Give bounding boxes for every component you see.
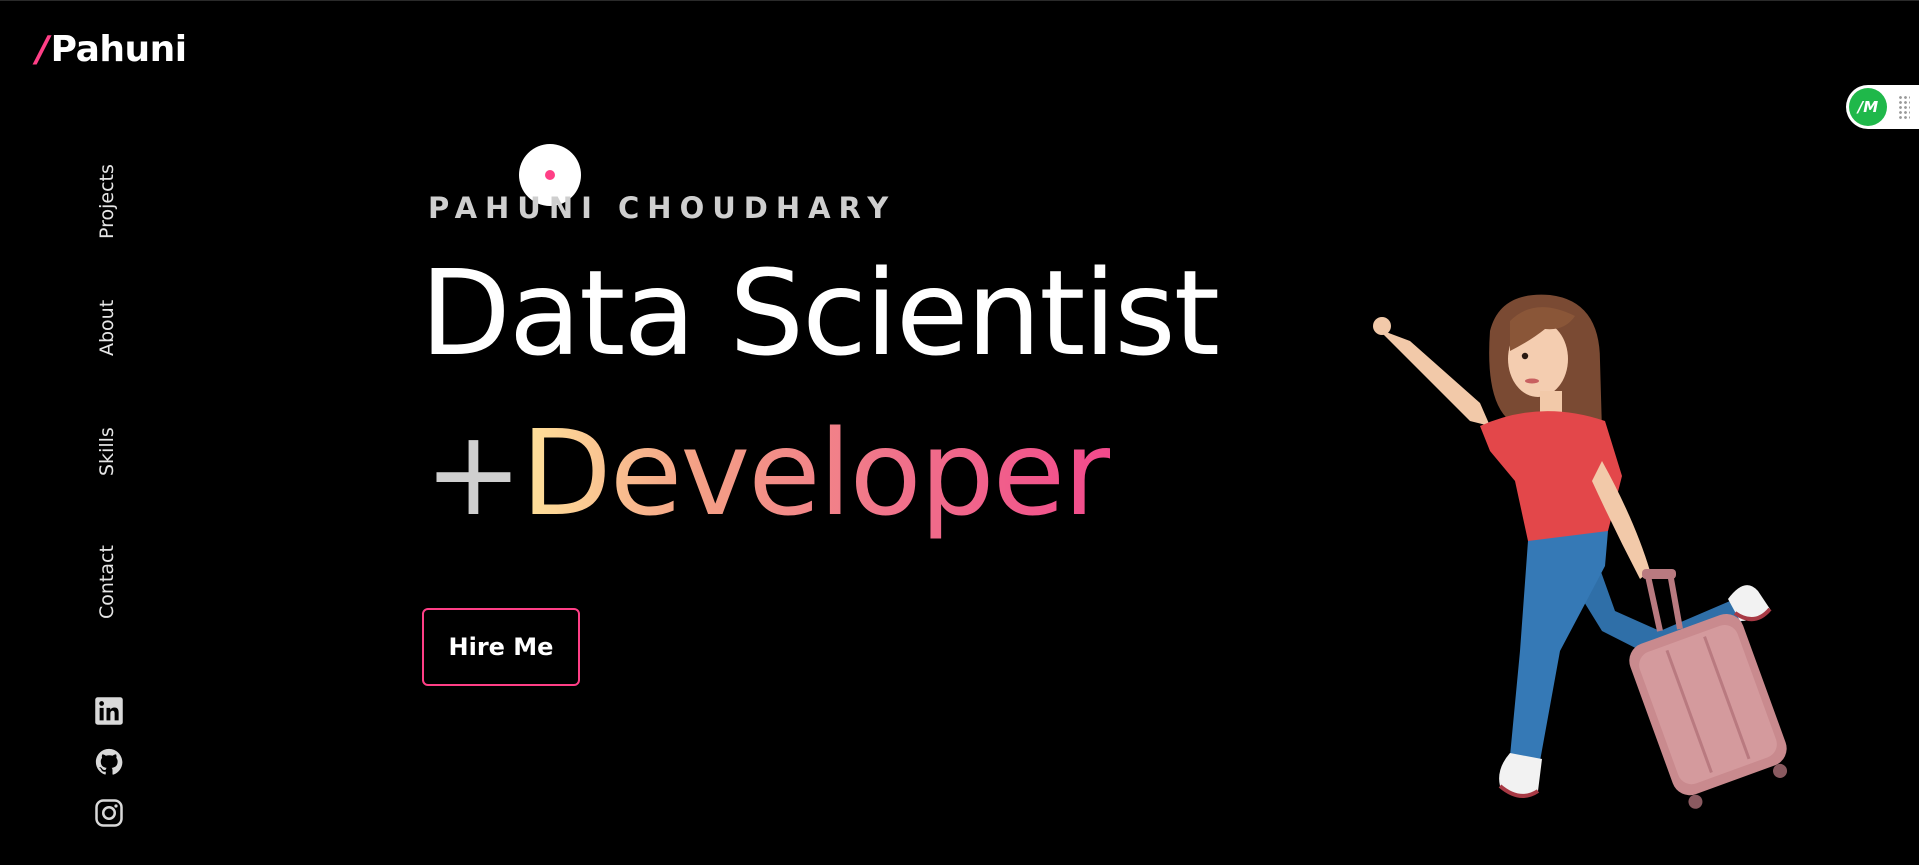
nav-item-label: Skills [96,427,118,476]
nav-item-projects[interactable]: Projects [96,164,126,261]
cursor-dot [545,170,555,180]
nav-item-label: Projects [96,164,118,239]
nav-item-label: About [96,299,118,356]
site-logo[interactable]: / Pahuni [36,29,187,70]
nav-item-skills[interactable]: Skills [96,427,126,498]
hire-me-button[interactable]: Hire Me [422,608,580,686]
traveler-girl-illustration [1373,294,1788,809]
headline-developer: Developer [520,404,1112,542]
logo-name: Pahuni [50,29,187,70]
headline-plus: + [424,404,523,542]
nav-item-contact[interactable]: Contact [96,545,126,641]
nav-item-about[interactable]: About [96,300,126,378]
drag-handle-icon[interactable] [1898,95,1910,119]
github-icon[interactable] [94,747,124,777]
extension-logo-icon[interactable]: /M [1849,88,1887,126]
logo-slash: / [36,29,49,70]
hero-headline-role: Data Scientist [420,244,1220,382]
hero-eyebrow-name: PAHUNI CHOUDHARY [428,191,897,225]
nav-item-label: Contact [96,545,118,619]
extension-widget[interactable]: /M [1846,85,1919,129]
instagram-icon[interactable] [94,798,124,828]
linkedin-icon[interactable] [94,696,124,726]
page: / Pahuni Projects About Skills Contact P… [0,0,1919,865]
hero-headline-secondary: +Developer [424,408,1112,539]
